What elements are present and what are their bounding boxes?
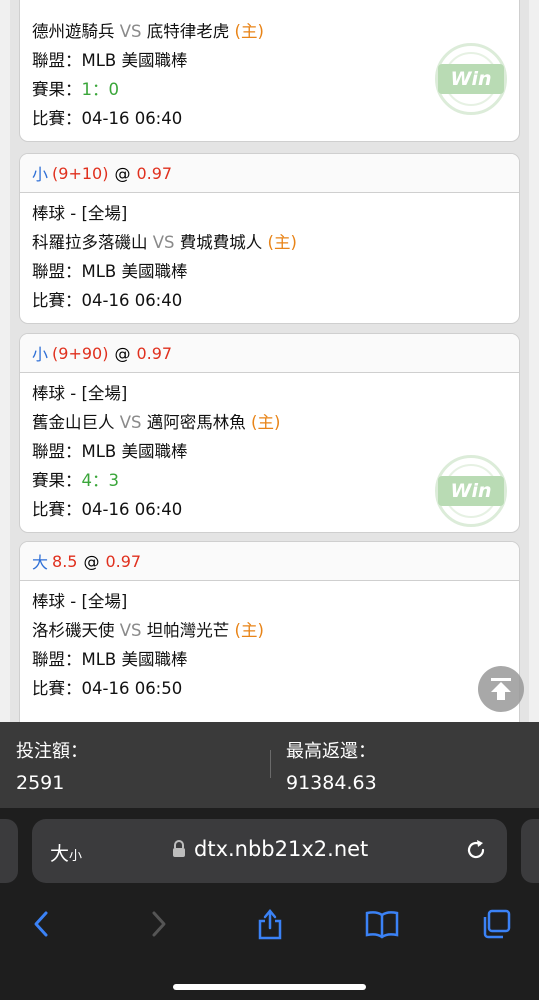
tabs-button[interactable] xyxy=(474,902,518,946)
forward-button[interactable] xyxy=(136,902,180,946)
win-stamp: Win xyxy=(435,43,507,115)
vs-label: VS xyxy=(119,22,142,41)
share-icon xyxy=(258,909,282,940)
url-display[interactable]: dtx.nbb21x2.net xyxy=(172,837,368,861)
league-line: 聯盟：MLB 美國職棒 xyxy=(32,442,188,461)
scroll-top-button[interactable] xyxy=(478,666,524,712)
lock-icon xyxy=(173,840,185,857)
text-size-button[interactable]: 大小 xyxy=(50,839,82,866)
max-return-label: 最高返還： xyxy=(286,741,376,762)
bookmarks-button[interactable] xyxy=(360,902,404,946)
time-line: 比賽：04-16 06:50 xyxy=(32,679,183,698)
stake-section: 投注額： 2591 xyxy=(16,740,88,796)
match-teams: 舊金山巨人 VS 邁阿密馬林魚 (主) xyxy=(32,413,281,432)
time-line: 比賽：04-16 06:40 xyxy=(32,109,183,128)
summary-divider xyxy=(270,750,271,778)
bet-pick: 小 xyxy=(32,165,49,184)
away-team: 德州遊騎兵 xyxy=(32,22,115,41)
match-teams: 德州遊騎兵 VS 底特律老虎 (主) xyxy=(32,17,507,46)
league-line: 聯盟：MLB 美國職棒 xyxy=(32,650,188,669)
browser-chrome: 大小 dtx.nbb21x2.net xyxy=(0,808,539,1000)
league-line: 聯盟：MLB 美國職棒 xyxy=(32,262,188,281)
bet-selection-header: 小 (9+10) @ 0.97 xyxy=(20,154,519,193)
back-button[interactable] xyxy=(20,902,64,946)
bet-card: 小 (9+10) @ 0.97 棒球 - [全場] 科羅拉多落磯山 VS 費城費… xyxy=(19,153,520,324)
sport-period: 棒球 - [全場] xyxy=(32,592,128,611)
reload-button[interactable] xyxy=(463,837,489,867)
time-line: 比賽：04-16 06:40 xyxy=(32,291,183,310)
bet-card: 德州遊騎兵 VS 底特律老虎 (主) 聯盟：MLB 美國職棒 賽果：1：0 比賽… xyxy=(19,0,520,142)
prev-tab-peek[interactable] xyxy=(0,819,18,883)
stake-value: 2591 xyxy=(16,772,65,794)
tabs-icon xyxy=(483,909,511,939)
home-team: 底特律老虎 xyxy=(146,22,230,41)
max-return-section: 最高返還： 91384.63 xyxy=(286,740,377,796)
bet-odds: 0.97 xyxy=(136,163,173,183)
url-text: dtx.nbb21x2.net xyxy=(194,837,369,861)
reload-icon xyxy=(467,840,485,859)
bet-selection-header: 小 (9+90) @ 0.97 xyxy=(20,334,519,373)
home-tag: (主) xyxy=(234,22,264,41)
win-stamp: Win xyxy=(435,455,507,527)
scroll-top-icon xyxy=(491,678,511,700)
bet-slip-viewport: 德州遊騎兵 VS 底特律老虎 (主) 聯盟：MLB 美國職棒 賽果：1：0 比賽… xyxy=(0,0,539,722)
sport-period: 棒球 - [全場] xyxy=(32,204,128,223)
bet-summary-bar: 投注額： 2591 最高返還： 91384.63 xyxy=(0,722,539,808)
bet-selection-header: 大 8.5 @ 0.97 xyxy=(20,542,519,581)
match-score: 1：0 xyxy=(81,80,120,99)
match-teams: 科羅拉多落磯山 VS 費城費城人 (主) xyxy=(32,233,297,252)
sport-period: 棒球 - [全場] xyxy=(32,384,128,403)
forward-icon xyxy=(152,911,166,937)
share-button[interactable] xyxy=(248,902,292,946)
match-teams: 洛杉磯天使 VS 坦帕灣光芒 (主) xyxy=(32,621,264,640)
bookmarks-icon xyxy=(365,911,399,939)
back-icon xyxy=(34,911,48,937)
address-bar[interactable]: 大小 dtx.nbb21x2.net xyxy=(32,819,507,883)
max-return-value: 91384.63 xyxy=(286,772,377,794)
stake-label: 投注額： xyxy=(16,741,88,762)
bet-card: 大 8.5 @ 0.97 棒球 - [全場] 洛杉磯天使 VS 坦帕灣光芒 (主… xyxy=(19,541,520,722)
next-tab-peek[interactable] xyxy=(521,819,539,883)
bet-line: (9+10) xyxy=(52,163,109,183)
home-indicator xyxy=(173,984,366,990)
bet-card: 小 (9+90) @ 0.97 棒球 - [全場] 舊金山巨人 VS 邁阿密馬林… xyxy=(19,333,520,533)
